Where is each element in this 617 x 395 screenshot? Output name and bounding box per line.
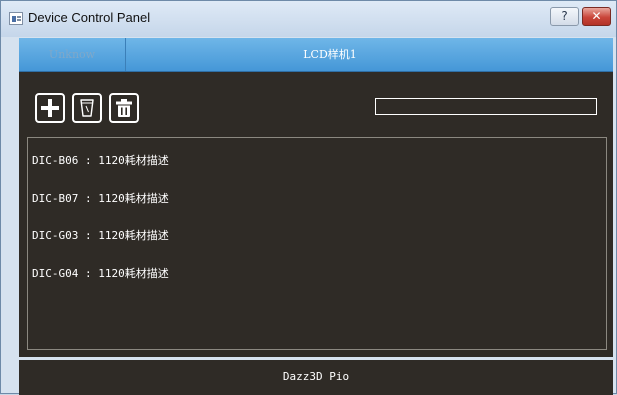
device-control-panel-window: Device Control Panel ? ✕ Unknow LCD样机1 D… <box>0 0 617 395</box>
list-item[interactable]: DIC-B06 : 1120耗材描述 <box>32 152 169 168</box>
window-title: Device Control Panel <box>28 10 151 25</box>
title-bar: Device Control Panel ? ✕ <box>1 1 616 37</box>
status-text: Dazz3D Pio <box>282 370 350 383</box>
material-cup-button[interactable] <box>72 93 102 123</box>
app-window-icon <box>9 12 23 25</box>
tab-lcd-device-1[interactable]: LCD样机1 <box>125 38 535 71</box>
help-button[interactable]: ? <box>550 7 579 26</box>
question-icon: ? <box>561 9 568 23</box>
material-list[interactable]: DIC-B06 : 1120耗材描述 DIC-B07 : 1120耗材描述 DI… <box>27 137 607 350</box>
list-item[interactable]: DIC-G04 : 1120耗材描述 <box>32 265 169 281</box>
close-icon: ✕ <box>591 9 602 23</box>
delete-button[interactable] <box>109 93 139 123</box>
list-item[interactable]: DIC-B07 : 1120耗材描述 <box>32 190 169 206</box>
main-panel: DIC-B06 : 1120耗材描述 DIC-B07 : 1120耗材描述 DI… <box>19 72 613 357</box>
status-bar: Dazz3D Pio <box>19 360 613 395</box>
plus-icon <box>41 99 59 117</box>
add-button[interactable] <box>35 93 65 123</box>
cup-icon <box>80 99 94 117</box>
device-tab-bar: Unknow LCD样机1 <box>19 38 613 72</box>
tab-unknow[interactable]: Unknow <box>19 38 126 71</box>
list-item[interactable]: DIC-G03 : 1120耗材描述 <box>32 227 169 243</box>
trash-icon <box>116 99 132 117</box>
progress-bar <box>375 98 597 115</box>
close-button[interactable]: ✕ <box>582 7 611 26</box>
